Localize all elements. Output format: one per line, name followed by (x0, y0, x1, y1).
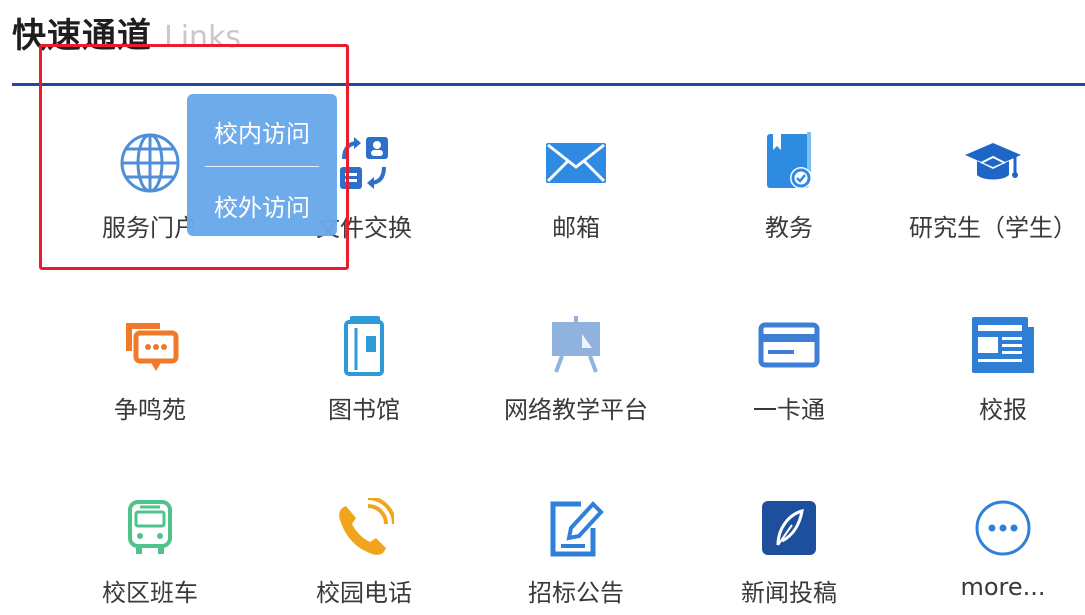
link-label: 招标公告 (528, 579, 624, 607)
phone-icon (331, 495, 397, 561)
link-tile-academic-affairs[interactable]: 教务 (689, 130, 889, 250)
link-label: 网络教学平台 (504, 396, 648, 424)
link-tile-library[interactable]: 图书馆 (264, 312, 464, 432)
annotation-highlight-box (39, 44, 349, 270)
link-label: 一卡通 (753, 396, 825, 424)
more-icon (970, 495, 1036, 561)
link-tile-graduate-student[interactable]: 研究生（学生） (893, 130, 1085, 250)
link-tile-forum[interactable]: 争鸣苑 (50, 312, 250, 432)
card-icon (756, 312, 822, 378)
link-label: 邮箱 (552, 214, 600, 242)
link-label: 图书馆 (328, 396, 400, 424)
edit-document-icon (543, 495, 609, 561)
feather-pen-icon (756, 495, 822, 561)
link-tile-campus-bus[interactable]: 校区班车 (50, 495, 250, 615)
graduation-cap-icon (960, 130, 1026, 196)
link-label: more... (960, 573, 1046, 601)
newspaper-icon (970, 312, 1036, 378)
link-label: 校区班车 (102, 579, 198, 607)
link-label: 教务 (765, 214, 813, 242)
link-label: 校报 (979, 396, 1027, 424)
link-tile-mail[interactable]: 邮箱 (476, 130, 676, 250)
link-tile-tender-notice[interactable]: 招标公告 (476, 495, 676, 615)
link-tile-campus-phone[interactable]: 校园电话 (264, 495, 464, 615)
link-tile-campus-card[interactable]: 一卡通 (689, 312, 889, 432)
link-tile-school-newspaper[interactable]: 校报 (903, 312, 1085, 432)
mail-icon (543, 130, 609, 196)
link-label: 争鸣苑 (114, 396, 186, 424)
link-label: 校园电话 (316, 579, 412, 607)
link-tile-more[interactable]: more... (903, 495, 1085, 615)
academic-book-icon (756, 130, 822, 196)
library-book-icon (331, 312, 397, 378)
link-tile-news-submission[interactable]: 新闻投稿 (689, 495, 889, 615)
chat-bubbles-icon (117, 312, 183, 378)
link-label: 研究生（学生） (909, 214, 1077, 242)
bus-icon (117, 495, 183, 561)
link-tile-teaching-platform[interactable]: 网络教学平台 (476, 312, 676, 432)
teaching-board-icon (543, 312, 609, 378)
link-label: 新闻投稿 (741, 579, 837, 607)
